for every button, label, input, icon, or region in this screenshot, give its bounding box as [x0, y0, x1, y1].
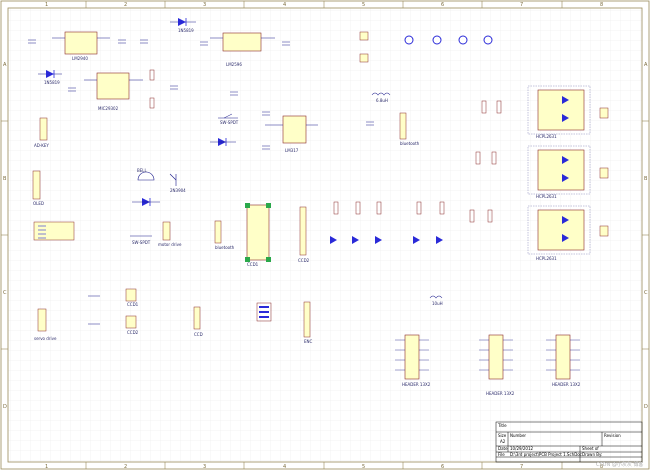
sw-spdt-top-label: SW-SPDT	[220, 120, 239, 125]
title-block-title: Title	[497, 423, 507, 428]
row-label-d: D	[3, 404, 7, 410]
motor-drive-label: motor drive	[158, 242, 182, 247]
col-label-6: 6	[441, 2, 444, 8]
row-label-c-right: C	[644, 290, 648, 296]
row-label-a: A	[3, 62, 7, 68]
bluetooth-label: bluetooth	[400, 141, 420, 146]
col-label-5-bottom: 5	[362, 464, 365, 470]
inductor-10uh-label: 10uH	[432, 301, 443, 306]
row-label-b-right: B	[644, 176, 648, 182]
mcu-socket[interactable]: CCD1	[245, 203, 271, 267]
row-label-b: B	[3, 176, 7, 182]
title-block-date-value: 10/29/2012	[510, 446, 534, 451]
schematic-sheet: 1 2 3 4 5 6 7 8 1 2 3 4 5 6 7 8 A B C D …	[0, 0, 650, 470]
title-block-file-label: File	[498, 452, 505, 457]
dip-switch[interactable]	[33, 221, 75, 241]
title-block-revision-label: Revision	[604, 433, 621, 438]
col-label-4: 4	[283, 2, 286, 8]
watermark-text: CSDN @小灰灰 博客	[596, 461, 643, 468]
col-label-1: 1	[45, 2, 48, 8]
diode-left-label: 1N5819	[44, 80, 60, 85]
title-block-size-value: A2	[500, 439, 506, 444]
servo-drive-label: servo drive	[34, 336, 57, 341]
ccd2-top-label: CCD2	[298, 258, 310, 263]
lm2596-label: LM2596	[226, 62, 242, 67]
title-block-date-label: Date	[498, 446, 508, 451]
col-label-7: 7	[520, 2, 523, 8]
col-label-1-bottom: 1	[45, 464, 48, 470]
oled-label: OLED	[33, 201, 44, 206]
transistor-label: 2N3904	[170, 188, 186, 193]
sw-spdt-motor-label: SW-SPDT	[132, 240, 151, 245]
col-label-2-bottom: 2	[124, 464, 127, 470]
ccd2-label: CCD2	[127, 330, 139, 335]
col-label-2: 2	[124, 2, 127, 8]
schematic-canvas: 1 2 3 4 5 6 7 8 1 2 3 4 5 6 7 8 A B C D …	[0, 0, 650, 470]
header-right-label: HEADER 13X2	[552, 382, 581, 387]
diode-top-label: 1N5819	[178, 28, 194, 33]
title-block-size-label: Size	[498, 433, 507, 438]
lm317-label: LM317	[285, 148, 299, 153]
row-label-d-right: D	[644, 404, 648, 410]
col-label-7-bottom: 7	[520, 464, 523, 470]
title-block-sheet-label: Sheet of	[582, 446, 599, 451]
title-block-file-value: D:\3rd project\PCB Project 1.SchDoc	[510, 452, 582, 457]
enc-label: ENC	[304, 339, 313, 344]
header-left-label: HEADER 13X2	[402, 382, 431, 387]
hcpl-bottom-label: HCPL2631	[536, 256, 557, 261]
col-label-3: 3	[203, 2, 206, 8]
ad-key-label: AD-KEY	[34, 143, 49, 148]
mic29302-label: MIC29302	[98, 106, 119, 111]
ccd1-label: CCD1	[127, 302, 139, 307]
lm2940-label: LM2940	[72, 56, 88, 61]
hcpl-middle-label: HCPL2631	[536, 194, 557, 199]
col-label-4-bottom: 4	[283, 464, 286, 470]
title-block-number-label: Number	[510, 433, 526, 438]
title-block-drawn-label: Drawn By:	[582, 452, 602, 457]
row-label-a-right: A	[644, 62, 648, 68]
ccd-socket-label: CCD1	[247, 262, 259, 267]
col-label-5: 5	[362, 2, 365, 8]
hcpl-top-label: HCPL2631	[536, 134, 557, 139]
col-label-8: 8	[600, 2, 603, 8]
col-label-6-bottom: 6	[441, 464, 444, 470]
ccd-label: CCD	[194, 332, 203, 337]
row-label-c: C	[3, 290, 7, 296]
col-label-3-bottom: 3	[203, 464, 206, 470]
header-middle-label: HEADER 13X2	[486, 391, 515, 396]
bluetooth-lower-label: bluetooth	[215, 245, 235, 250]
inductor-6-8uh-label: 6.8uH	[376, 98, 388, 103]
buzzer-label: BELL	[137, 168, 148, 173]
